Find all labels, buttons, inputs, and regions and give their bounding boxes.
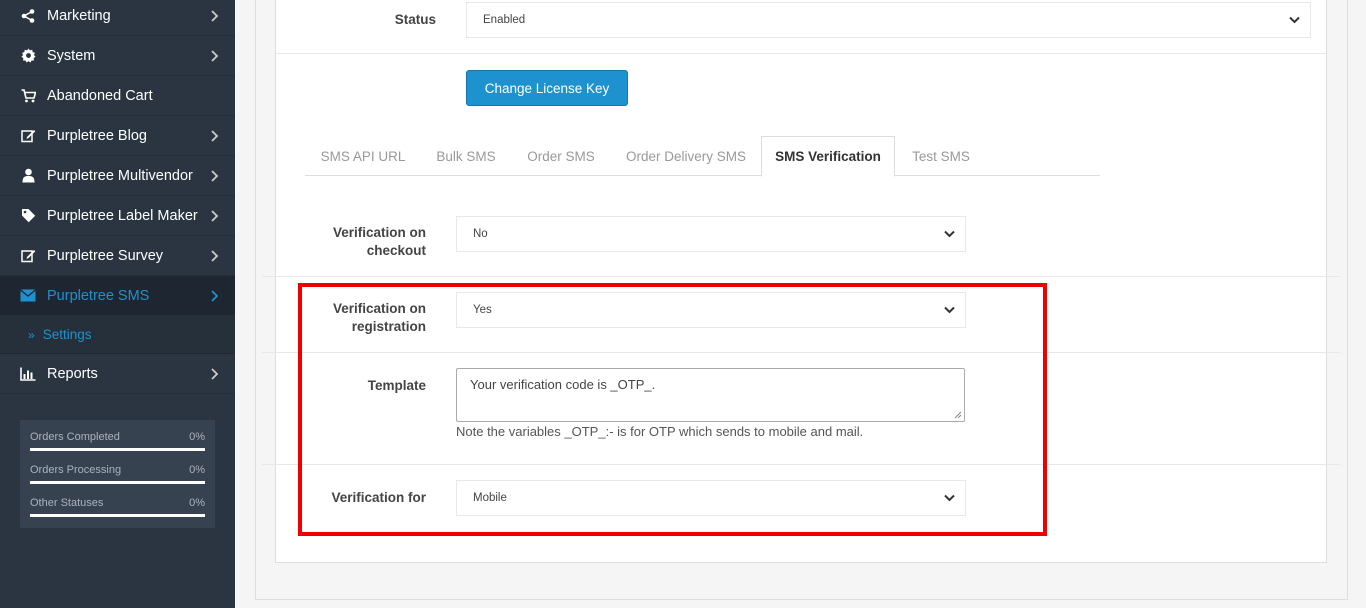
- change-license-key-button[interactable]: Change License Key: [466, 70, 628, 106]
- gear-icon: [20, 48, 36, 64]
- progress-bar: [30, 448, 205, 451]
- sidebar: Marketing System Abandoned Cart Purpletr…: [0, 0, 235, 608]
- chevron-right-icon: [211, 210, 219, 222]
- nav-label: Purpletree Label Maker: [47, 207, 198, 224]
- tab-sms-verification[interactable]: SMS Verification: [761, 136, 895, 177]
- nav-purpletree-sms[interactable]: Purpletree SMS: [0, 276, 235, 316]
- nav-system[interactable]: System: [0, 36, 235, 76]
- highlight-box: [298, 283, 1047, 536]
- progress-bar: [30, 481, 205, 484]
- nav-label: Purpletree SMS: [47, 287, 150, 304]
- nav-label: Marketing: [47, 7, 111, 24]
- chevron-down-icon: [944, 230, 955, 238]
- subnav-label: Settings: [42, 327, 92, 342]
- nav-purpletree-survey[interactable]: Purpletree Survey: [0, 236, 235, 276]
- nav-label: Purpletree Multivendor: [47, 167, 193, 184]
- divider: [276, 53, 1326, 54]
- progress-bar: [30, 514, 205, 517]
- stat-orders-processing: Orders Processing 0%: [30, 461, 205, 494]
- share-icon: [20, 8, 36, 24]
- chevron-right-icon: [211, 50, 219, 62]
- chevron-right-icon: [211, 130, 219, 142]
- tab-order-sms[interactable]: Order SMS: [511, 136, 611, 176]
- subnav-settings[interactable]: » Settings: [0, 316, 235, 354]
- nav-label: Purpletree Survey: [47, 247, 164, 264]
- chevron-right-icon: [211, 250, 219, 262]
- tab-order-delivery-sms[interactable]: Order Delivery SMS: [611, 136, 761, 176]
- tab-sms-api-url[interactable]: SMS API URL: [305, 136, 421, 176]
- chevron-right-icon: [211, 170, 219, 182]
- nav-label: Abandoned Cart: [47, 87, 153, 104]
- nav-label: Reports: [47, 365, 98, 382]
- chevron-right-icon: [211, 368, 219, 380]
- nav-reports[interactable]: Reports: [0, 354, 235, 394]
- status-value: Enabled: [483, 14, 526, 26]
- user-icon: [20, 168, 36, 184]
- nav-abandoned-cart[interactable]: Abandoned Cart: [0, 76, 235, 116]
- nav-purpletree-blog[interactable]: Purpletree Blog: [0, 116, 235, 156]
- select-value: No: [473, 228, 488, 240]
- nav-marketing[interactable]: Marketing: [0, 0, 235, 36]
- order-stats-panel: Orders Completed 0% Orders Processing 0%…: [20, 420, 215, 528]
- chevron-right-icon: [211, 10, 219, 22]
- nav-purpletree-label-maker[interactable]: Purpletree Label Maker: [0, 196, 235, 236]
- tab-test-sms[interactable]: Test SMS: [895, 136, 987, 176]
- nav-purpletree-multivendor[interactable]: Purpletree Multivendor: [0, 156, 235, 196]
- status-label: Status: [394, 12, 436, 27]
- chevron-right-icon: [211, 290, 219, 302]
- verification-checkout-select[interactable]: No: [456, 216, 966, 252]
- stat-other-statuses: Other Statuses 0%: [30, 494, 205, 527]
- edit-icon: [20, 128, 36, 144]
- edit-icon: [20, 248, 36, 264]
- verification-checkout-label: Verification on checkout: [332, 225, 426, 258]
- double-chevron-icon: »: [28, 327, 35, 342]
- nav-label: System: [47, 47, 96, 64]
- status-select[interactable]: Enabled: [466, 2, 1311, 38]
- tag-icon: [20, 208, 36, 224]
- chevron-down-icon: [1289, 16, 1300, 24]
- bar-chart-icon: [20, 366, 36, 382]
- cart-icon: [20, 88, 36, 104]
- nav-label: Purpletree Blog: [47, 127, 147, 144]
- envelope-icon: [20, 288, 36, 304]
- tab-bulk-sms[interactable]: Bulk SMS: [421, 136, 511, 176]
- stat-orders-completed: Orders Completed 0%: [30, 428, 205, 461]
- divider: [262, 276, 1340, 277]
- tab-bar: SMS API URL Bulk SMS Order SMS Order Del…: [305, 136, 1100, 177]
